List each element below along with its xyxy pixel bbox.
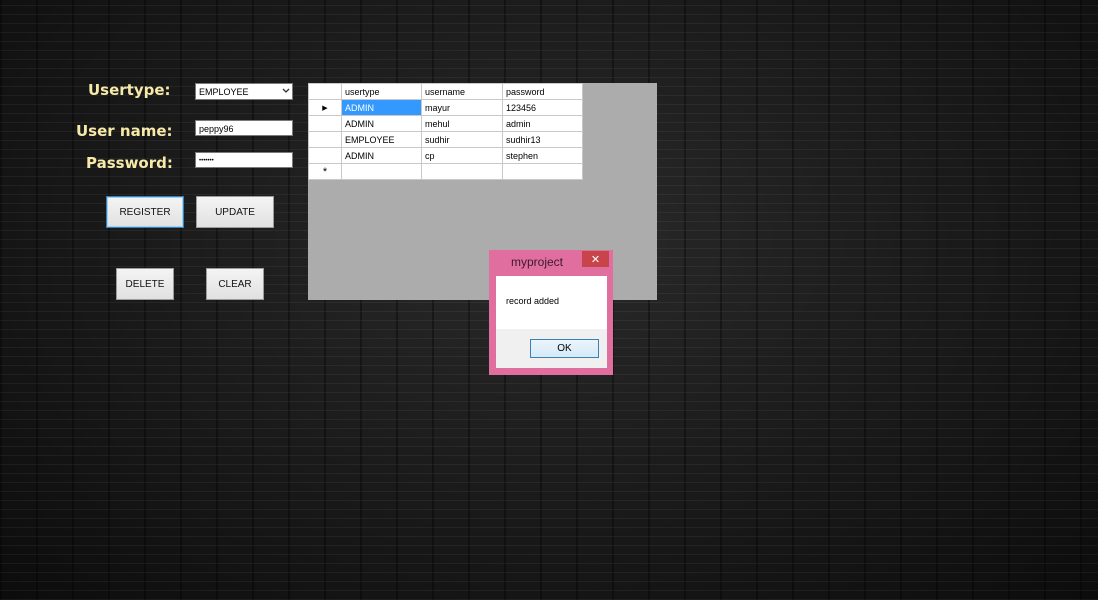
table-cell[interactable] [341, 163, 422, 180]
table-cell[interactable]: admin [502, 115, 583, 132]
table-row[interactable]: EMPLOYEE sudhir sudhir13 [308, 131, 583, 148]
usertype-select[interactable]: EMPLOYEE [195, 83, 293, 100]
chevron-down-icon [282, 84, 290, 99]
dialog-title: myproject [511, 255, 564, 269]
table-cell[interactable] [502, 163, 583, 180]
table-cell[interactable]: ADMIN [341, 99, 422, 116]
update-button[interactable]: UPDATE [196, 196, 274, 228]
ok-button[interactable]: OK [530, 339, 599, 358]
usertype-select-value: EMPLOYEE [199, 87, 249, 97]
users-table: usertype username password ▶ ADMIN mayur… [308, 83, 583, 180]
usertype-label: Usertype: [88, 81, 171, 99]
dialog-footer: OK [496, 329, 607, 368]
table-cell[interactable]: mayur [421, 99, 503, 116]
table-cell[interactable]: cp [421, 147, 503, 164]
table-header-row: usertype username password [308, 83, 583, 100]
row-header[interactable] [308, 115, 342, 132]
row-header-corner [308, 83, 342, 100]
table-cell[interactable]: ADMIN [341, 147, 422, 164]
table-cell[interactable]: ADMIN [341, 115, 422, 132]
password-input[interactable]: ••••••• [195, 152, 293, 168]
table-cell[interactable]: stephen [502, 147, 583, 164]
dialog-body: record added [496, 276, 607, 329]
username-label: User name: [76, 122, 173, 140]
table-cell[interactable]: sudhir13 [502, 131, 583, 148]
table-row[interactable]: ADMIN cp stephen [308, 147, 583, 164]
table-cell[interactable]: EMPLOYEE [341, 131, 422, 148]
new-row-asterisk-icon[interactable]: * [308, 163, 342, 180]
table-cell[interactable]: 123456 [502, 99, 583, 116]
table-cell[interactable]: sudhir [421, 131, 503, 148]
table-row[interactable]: ADMIN mehul admin [308, 115, 583, 132]
clear-button[interactable]: CLEAR [206, 268, 264, 300]
register-button[interactable]: REGISTER [106, 196, 184, 228]
column-header-password[interactable]: password [502, 83, 583, 100]
username-input[interactable]: peppy96 [195, 120, 293, 136]
dialog-message: record added [506, 296, 560, 306]
message-dialog: myproject ✕ record added OK [489, 250, 613, 375]
current-row-indicator-icon[interactable]: ▶ [308, 99, 342, 116]
row-header[interactable] [308, 147, 342, 164]
table-cell[interactable]: mehul [421, 115, 503, 132]
row-header[interactable] [308, 131, 342, 148]
new-row[interactable]: * [308, 163, 583, 180]
table-cell[interactable] [421, 163, 503, 180]
password-label: Password: [86, 154, 173, 172]
table-row[interactable]: ▶ ADMIN mayur 123456 [308, 99, 583, 116]
delete-button[interactable]: DELETE [116, 268, 174, 300]
column-header-usertype[interactable]: usertype [341, 83, 422, 100]
close-icon[interactable]: ✕ [582, 251, 609, 267]
column-header-username[interactable]: username [421, 83, 503, 100]
